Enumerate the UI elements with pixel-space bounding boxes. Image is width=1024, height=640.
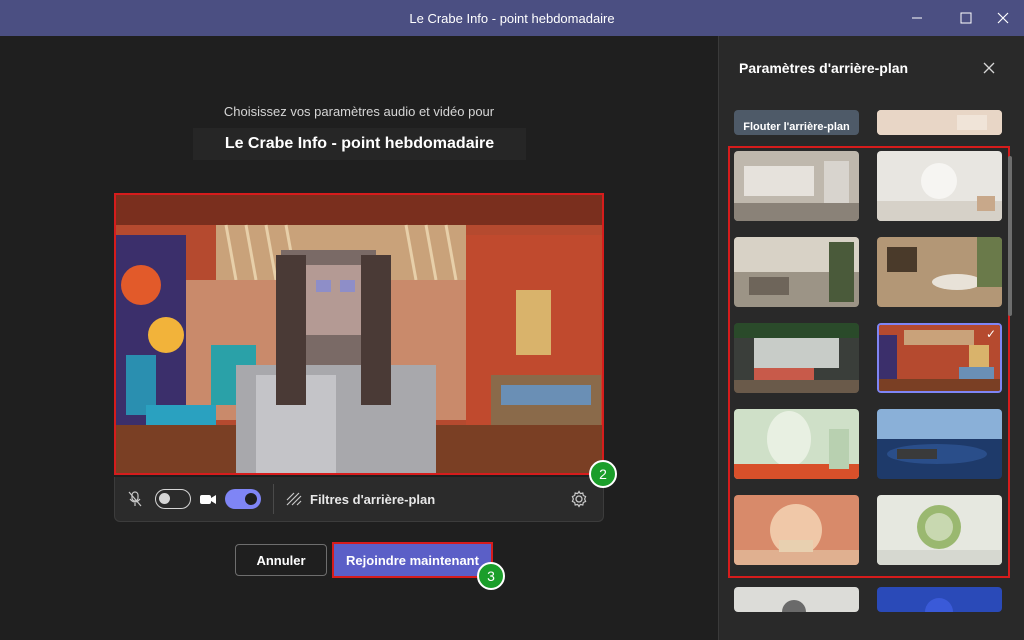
background-settings-panel: Paramètres d'arrière-plan Flouter l'arri… bbox=[718, 36, 1024, 640]
mic-toggle[interactable] bbox=[155, 489, 191, 509]
close-window-button[interactable] bbox=[982, 0, 1024, 36]
window-title: Le Crabe Info - point hebdomadaire bbox=[409, 10, 615, 26]
maximize-icon bbox=[960, 12, 972, 24]
background-filters-button[interactable]: Filtres d'arrière-plan bbox=[286, 492, 435, 507]
camera-toggle[interactable] bbox=[225, 489, 261, 509]
close-icon bbox=[997, 12, 1009, 24]
prejoin-area: Choisissez vos paramètres audio et vidéo… bbox=[0, 36, 718, 640]
background-thumbnail-image bbox=[877, 151, 1002, 221]
camera-button[interactable] bbox=[191, 492, 225, 506]
title-bar: Le Crabe Info - point hebdomadaire bbox=[0, 0, 1024, 36]
panel-title: Paramètres d'arrière-plan bbox=[739, 60, 909, 76]
video-preview-image bbox=[116, 195, 602, 473]
background-option-thumbnail[interactable] bbox=[877, 110, 1002, 135]
background-thumbnail-image bbox=[734, 495, 859, 565]
controls-divider bbox=[273, 484, 274, 514]
background-option-thumbnail[interactable] bbox=[877, 237, 1002, 307]
background-thumbnail-image bbox=[734, 151, 859, 221]
background-thumbnail-image bbox=[879, 325, 1000, 391]
background-option-thumbnail[interactable] bbox=[734, 587, 859, 612]
background-thumbnail-image bbox=[734, 587, 859, 612]
maximize-button[interactable] bbox=[945, 0, 987, 36]
background-thumbnail-image bbox=[877, 409, 1002, 479]
minimize-button[interactable] bbox=[896, 0, 938, 36]
background-effects-icon bbox=[286, 492, 302, 506]
annotation-badge-3: 3 bbox=[477, 562, 505, 590]
cancel-button[interactable]: Annuler bbox=[235, 544, 327, 576]
mic-off-icon bbox=[128, 491, 142, 507]
media-controls-bar: Filtres d'arrière-plan bbox=[114, 477, 604, 522]
camera-toggle-switch[interactable] bbox=[225, 489, 261, 509]
background-option-thumbnail[interactable] bbox=[877, 587, 1002, 612]
background-blur-option[interactable]: Flouter l'arrière-plan bbox=[734, 110, 859, 135]
panel-close-button[interactable] bbox=[977, 56, 1001, 80]
background-thumbnail-image bbox=[877, 110, 1002, 135]
background-thumbnail-image bbox=[877, 587, 1002, 612]
video-camera-icon bbox=[200, 495, 216, 504]
annotation-badge-2: 2 bbox=[589, 460, 617, 488]
background-option-thumbnail[interactable] bbox=[734, 151, 859, 221]
background-option-selected[interactable]: ✓ bbox=[877, 323, 1002, 393]
minimize-icon bbox=[912, 17, 922, 19]
background-filters-label: Filtres d'arrière-plan bbox=[310, 491, 436, 507]
background-thumbnail-image bbox=[877, 495, 1002, 565]
mic-button[interactable] bbox=[115, 491, 155, 507]
device-settings-button[interactable] bbox=[555, 490, 603, 508]
background-option-thumbnail[interactable] bbox=[734, 495, 859, 565]
panel-scrollbar[interactable] bbox=[1008, 156, 1012, 316]
meeting-title: Le Crabe Info - point hebdomadaire bbox=[193, 128, 526, 160]
background-option-thumbnail[interactable] bbox=[877, 151, 1002, 221]
selected-check-icon: ✓ bbox=[985, 327, 996, 341]
background-thumbnail-image bbox=[734, 323, 859, 393]
prejoin-subtitle: Choisissez vos paramètres audio et vidéo… bbox=[223, 104, 495, 119]
background-thumbnail-image bbox=[734, 237, 859, 307]
join-now-button[interactable]: Rejoindre maintenant bbox=[332, 542, 493, 578]
background-option-thumbnail[interactable] bbox=[734, 409, 859, 479]
background-option-thumbnail[interactable] bbox=[734, 323, 859, 393]
mic-toggle-switch[interactable] bbox=[155, 489, 191, 509]
background-option-thumbnail[interactable] bbox=[734, 237, 859, 307]
background-option-thumbnail[interactable] bbox=[877, 409, 1002, 479]
blur-option-label: Flouter l'arrière-plan bbox=[743, 121, 850, 133]
video-preview bbox=[114, 193, 604, 475]
close-icon bbox=[983, 62, 995, 74]
background-thumbnail-image bbox=[734, 409, 859, 479]
gear-icon bbox=[571, 490, 587, 508]
background-thumbnail-image bbox=[877, 237, 1002, 307]
background-option-thumbnail[interactable] bbox=[877, 495, 1002, 565]
